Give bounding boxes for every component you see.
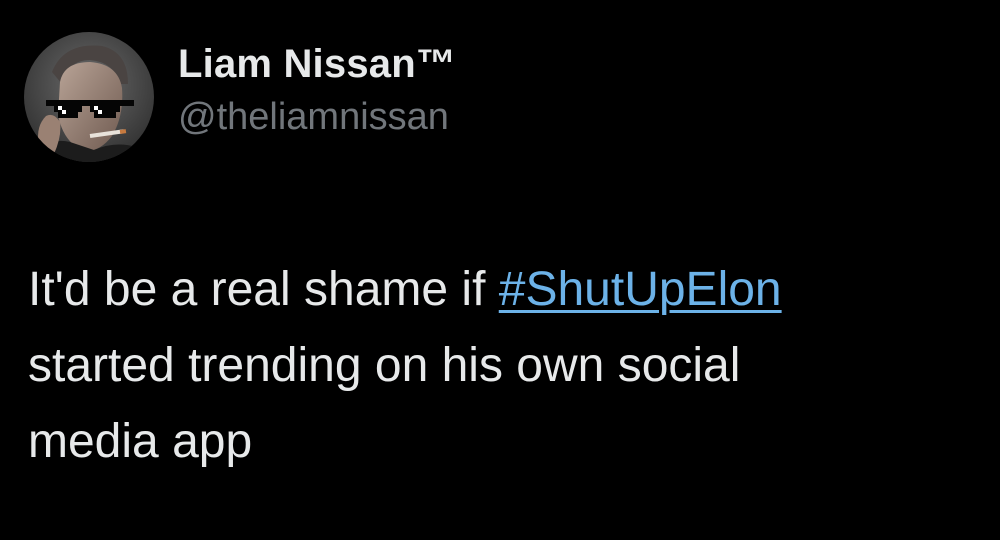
tweet-text: It'd be a real shame if #ShutUpElon star…: [28, 252, 968, 480]
author-names: Liam Nissan™ @theliamnissan: [178, 38, 456, 142]
tweet-text-prefix: It'd be a real shame if: [28, 263, 499, 316]
tweet-card: Liam Nissan™ @theliamnissan It'd be a re…: [0, 0, 1000, 540]
user-handle[interactable]: @theliamnissan: [178, 92, 456, 142]
avatar[interactable]: [24, 32, 154, 162]
tweet-line-1: It'd be a real shame if #ShutUpElon: [28, 252, 968, 328]
display-name[interactable]: Liam Nissan™: [178, 38, 456, 90]
avatar-image: [24, 32, 154, 162]
tweet-line-3: media app: [28, 415, 253, 468]
hashtag-link[interactable]: #ShutUpElon: [499, 263, 782, 316]
tweet-line-2: started trending on his own social: [28, 339, 741, 392]
